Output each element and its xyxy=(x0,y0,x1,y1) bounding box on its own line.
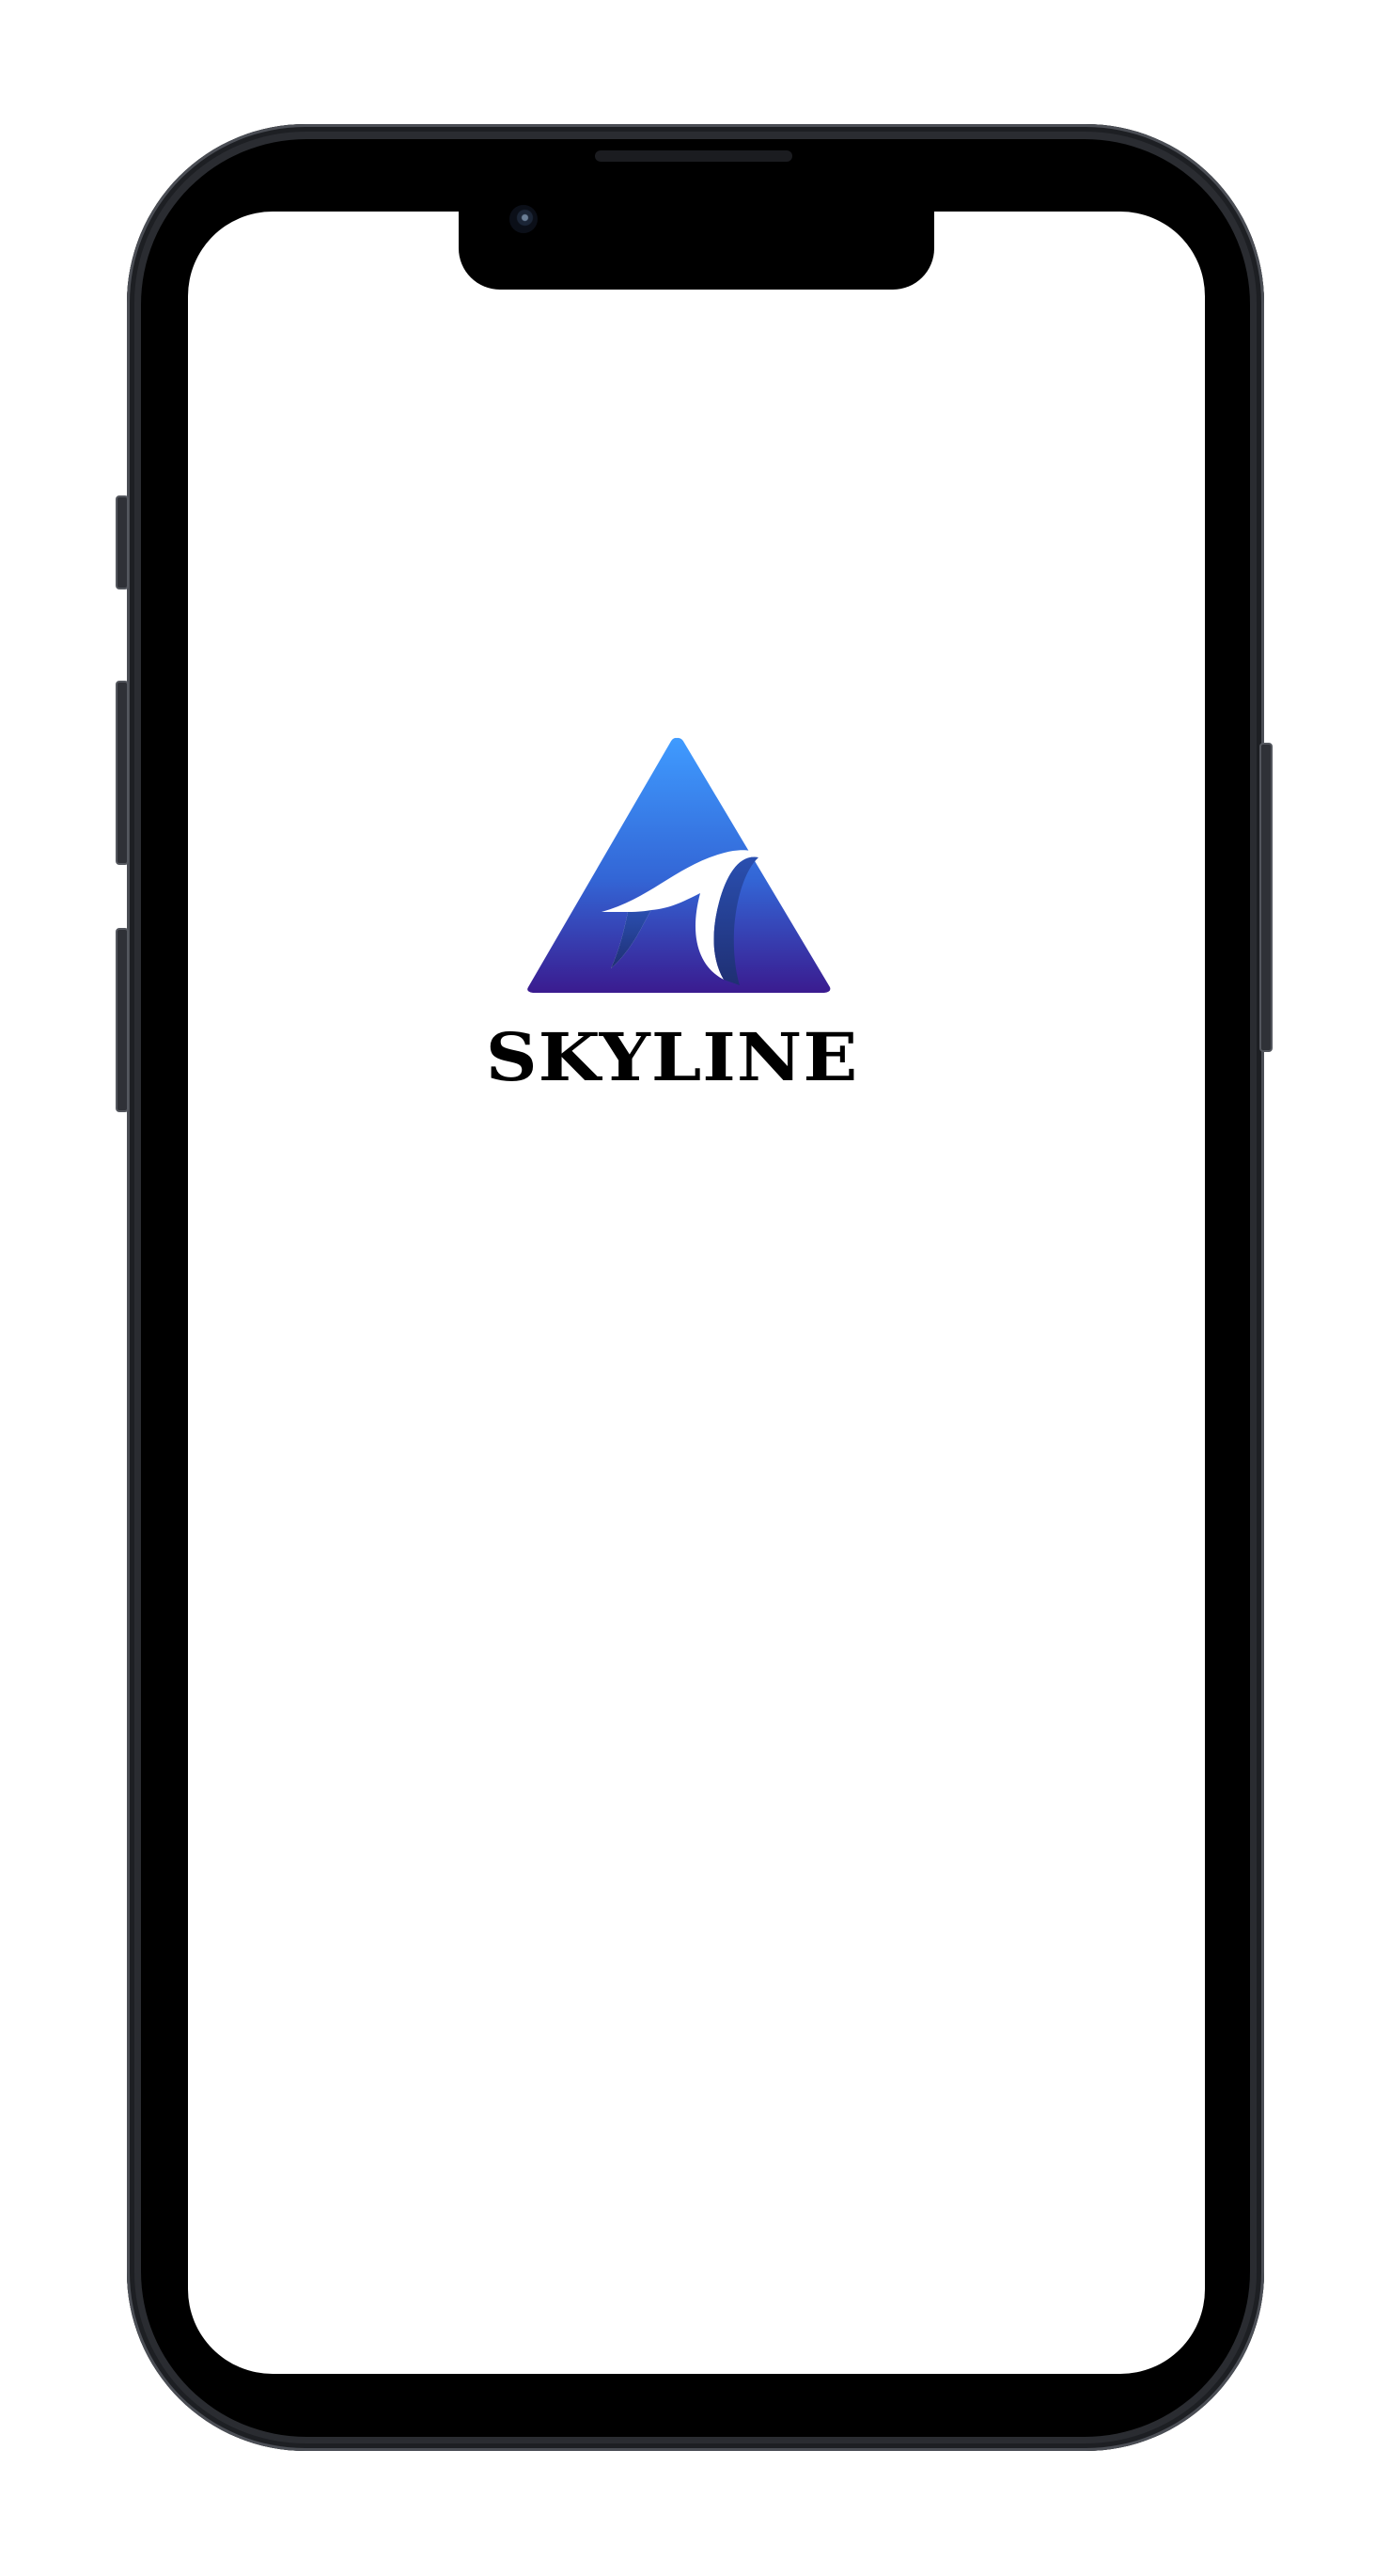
volume-down-button xyxy=(116,928,129,1112)
power-button xyxy=(1259,743,1273,1052)
splash-screen xyxy=(188,212,1205,2374)
front-camera-icon xyxy=(509,205,538,233)
logo-wordmark: SKYLINE xyxy=(485,1018,859,1096)
silent-switch xyxy=(116,495,129,589)
speaker-grille xyxy=(595,150,792,162)
volume-up-button xyxy=(116,681,129,865)
mountain-wave-logo-icon xyxy=(527,737,831,993)
app-logo: SKYLINE xyxy=(465,733,879,1100)
